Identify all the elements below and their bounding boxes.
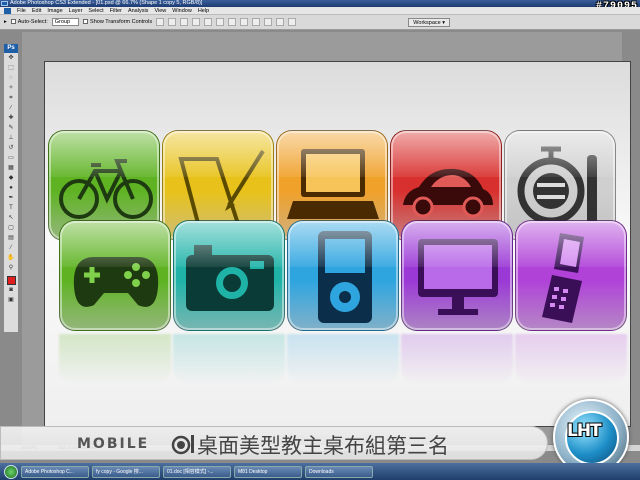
taskbar-item[interactable]: Adobe Photoshop C...	[21, 465, 89, 478]
menu-layer[interactable]: Layer	[69, 8, 83, 14]
quick-mask-icon[interactable]: ◙	[6, 286, 16, 295]
magic-wand-icon[interactable]: ✧	[6, 84, 16, 93]
reflection	[287, 334, 399, 384]
taskbar-item[interactable]: fy copy - Google 搜...	[92, 465, 160, 478]
zoom-tool-icon[interactable]: ⚲	[6, 264, 16, 273]
brush-tool-icon[interactable]: ✎	[6, 124, 16, 133]
taskbar: Adobe Photoshop C... fy copy - Google 搜.…	[0, 463, 640, 480]
taskbar-item[interactable]: 01.doc [相容模式] -...	[163, 465, 231, 478]
auto-select-option[interactable]: Auto-Select:	[10, 19, 48, 25]
menu-window[interactable]: Window	[172, 8, 192, 14]
lasso-tool-icon[interactable]: ◌	[6, 74, 16, 83]
menu-image[interactable]: Image	[47, 8, 62, 14]
gamepad-icon	[73, 257, 159, 307]
align-top-icon[interactable]	[156, 18, 165, 26]
menu-analysis[interactable]: Analysis	[128, 8, 148, 14]
auto-select-checkbox[interactable]	[10, 19, 16, 25]
flip-phone-tile	[515, 220, 627, 331]
monitor-icon	[418, 239, 498, 315]
dodge-tool-icon[interactable]: ●	[6, 184, 16, 193]
reflection	[401, 334, 513, 384]
crop-tool-icon[interactable]: ⌗	[6, 94, 16, 103]
music-player-icon	[318, 231, 372, 323]
distribute-middle-icon[interactable]	[240, 18, 249, 26]
menu-view[interactable]: View	[154, 8, 166, 14]
slice-tool-icon[interactable]: ∕	[6, 104, 16, 113]
menu-select[interactable]: Select	[88, 8, 103, 14]
distribute-right-icon[interactable]	[288, 18, 297, 26]
ps-menu-icon[interactable]	[4, 7, 11, 14]
hand-tool-icon[interactable]: ✋	[6, 254, 16, 263]
history-brush-icon[interactable]: ↺	[6, 144, 16, 153]
move-tool-icon[interactable]: ✥	[6, 54, 16, 63]
pen-tool-icon[interactable]: ✒	[6, 194, 16, 203]
flip-phone-icon	[542, 233, 584, 323]
camera-tile	[173, 220, 285, 331]
align-center-icon[interactable]	[204, 18, 213, 26]
start-button[interactable]	[4, 464, 18, 479]
eyedropper-icon[interactable]: ⁄	[6, 244, 16, 253]
reflection	[515, 334, 627, 384]
distribute-center-icon[interactable]	[276, 18, 285, 26]
group-select[interactable]: Group	[51, 18, 80, 26]
taskbar-item[interactable]: M81 Desktop	[234, 465, 302, 478]
title-bar: Adobe Photoshop CS3 Extended - [01.psd @…	[0, 0, 640, 7]
window-title: Adobe Photoshop CS3 Extended - [01.psd @…	[10, 0, 203, 6]
blur-tool-icon[interactable]: ◆	[6, 174, 16, 183]
toolbox-logo: Ps	[4, 44, 18, 53]
eraser-tool-icon[interactable]: ▭	[6, 154, 16, 163]
menu-edit[interactable]: Edit	[32, 8, 41, 14]
show-transform-label: Show Transform Controls	[90, 19, 153, 25]
options-bar: ▸ Auto-Select: Group Show Transform Cont…	[0, 15, 640, 30]
align-left-icon[interactable]	[192, 18, 201, 26]
photoshop-app-icon	[1, 1, 8, 6]
show-transform-option[interactable]: Show Transform Controls	[83, 19, 152, 25]
menu-filter[interactable]: Filter	[110, 8, 122, 14]
banner-mobile-text: MOBILE	[77, 436, 150, 452]
align-right-icon[interactable]	[216, 18, 225, 26]
gradient-tool-icon[interactable]: ▦	[6, 164, 16, 173]
move-tool-icon[interactable]: ▸	[4, 19, 7, 25]
reflection	[173, 334, 285, 384]
align-bottom-icon[interactable]	[180, 18, 189, 26]
music-player-tile	[287, 220, 399, 331]
distribute-bottom-icon[interactable]	[252, 18, 261, 26]
show-transform-checkbox[interactable]	[83, 19, 89, 25]
align-middle-icon[interactable]	[168, 18, 177, 26]
logo-text: LHT	[567, 421, 602, 441]
distribute-left-icon[interactable]	[264, 18, 273, 26]
distribute-top-icon[interactable]	[228, 18, 237, 26]
toolbox: Ps ✥ ⬚ ◌ ✧ ⌗ ∕ ✚ ✎ ⊥ ↺ ▭ ▦ ◆ ● ✒ T ↖ ▢ ▤…	[3, 43, 19, 333]
gauge-logo-icon	[171, 435, 194, 455]
menu-bar: File Edit Image Layer Select Filter Anal…	[0, 7, 640, 15]
notes-tool-icon[interactable]: ▤	[6, 234, 16, 243]
menu-file[interactable]: File	[17, 8, 26, 14]
reflection	[59, 334, 171, 384]
shape-tool-icon[interactable]: ▢	[6, 224, 16, 233]
overlay-banner: MOBILE 桌面美型教主桌布組第三名	[0, 426, 548, 460]
taskbar-item[interactable]: Downloads	[305, 465, 373, 478]
canvas[interactable]	[44, 61, 631, 427]
type-tool-icon[interactable]: T	[6, 204, 16, 213]
workspace-button[interactable]: Workspace ▾	[408, 17, 450, 27]
monitor-tile	[401, 220, 513, 331]
screen-mode-icon[interactable]: ▣	[6, 296, 16, 305]
path-select-icon[interactable]: ↖	[6, 214, 16, 223]
banner-title: 桌面美型教主桌布組第三名	[197, 434, 449, 458]
camera-icon	[186, 245, 274, 311]
healing-brush-icon[interactable]: ✚	[6, 114, 16, 123]
auto-select-label: Auto-Select:	[17, 19, 48, 25]
clone-stamp-icon[interactable]: ⊥	[6, 134, 16, 143]
gamepad-tile	[59, 220, 171, 331]
foreground-color-swatch[interactable]	[6, 276, 16, 285]
marquee-tool-icon[interactable]: ⬚	[6, 64, 16, 73]
menu-help[interactable]: Help	[198, 8, 209, 14]
